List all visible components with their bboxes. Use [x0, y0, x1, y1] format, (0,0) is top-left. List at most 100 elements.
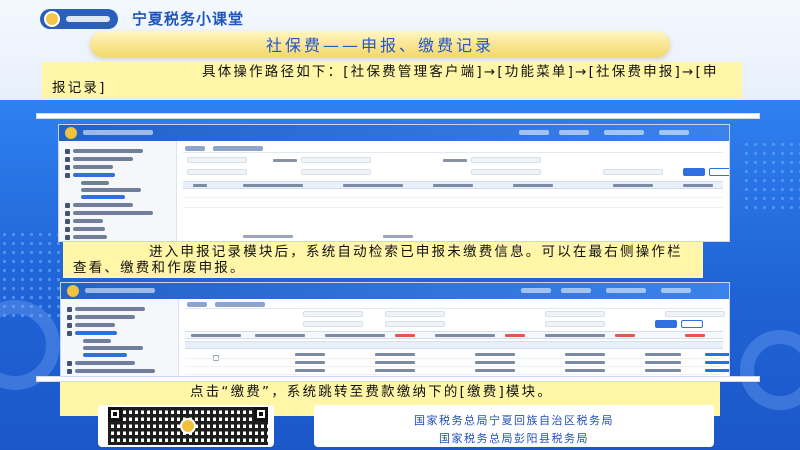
footer-county-bureau: 国家税务总局彭阳县税务局	[439, 432, 589, 445]
menu-item[interactable]	[75, 361, 135, 365]
table-header-cell	[683, 184, 713, 187]
submenu-item[interactable]	[81, 188, 141, 192]
search-field[interactable]	[187, 157, 247, 163]
submenu-item[interactable]	[81, 181, 109, 185]
menu-icon	[67, 369, 72, 374]
menu-icon	[65, 235, 70, 240]
search-field[interactable]	[303, 311, 363, 317]
submenu-item[interactable]	[83, 339, 111, 343]
table-header	[183, 181, 723, 189]
reset-button[interactable]	[709, 168, 729, 176]
menu-item[interactable]	[73, 203, 133, 207]
summary-item	[255, 334, 305, 337]
menu-icon	[65, 203, 70, 208]
row-divider	[183, 207, 723, 208]
tab-home[interactable]	[187, 302, 207, 307]
pagination[interactable]	[383, 235, 413, 238]
row-actions[interactable]	[705, 361, 729, 364]
table-cell	[645, 353, 681, 356]
menu-item[interactable]	[75, 369, 155, 373]
submenu-item-active[interactable]	[81, 195, 125, 199]
table-header-cell	[243, 184, 303, 187]
menu-item[interactable]	[73, 227, 105, 231]
summary-item	[325, 334, 385, 337]
pagination[interactable]	[243, 235, 293, 238]
table-header	[185, 341, 723, 349]
instruction-path: 具体操作路径如下：[社保费管理客户端]→[功能菜单]→[社保费申报]→[申报记录…	[42, 62, 742, 98]
table-cell	[375, 353, 415, 356]
screenshot-frame-top	[36, 113, 760, 119]
table-cell	[565, 361, 605, 364]
tax-bureau-emblem-icon	[40, 9, 118, 29]
query-button[interactable]	[655, 320, 677, 328]
instruction-path-text: 具体操作路径如下：[社保费管理客户端]→[功能菜单]→[社保费申报]→[申报记录…	[52, 64, 719, 96]
field-label	[443, 159, 467, 162]
search-field[interactable]	[187, 169, 247, 175]
menu-item[interactable]	[73, 149, 143, 153]
reset-button[interactable]	[681, 320, 703, 328]
menu-item-active[interactable]	[73, 173, 115, 177]
qr-finder-pattern	[254, 407, 268, 421]
row-divider	[185, 358, 723, 359]
menu-item[interactable]	[73, 157, 133, 161]
search-field[interactable]	[545, 321, 605, 327]
menu-item[interactable]	[75, 307, 145, 311]
tab-declaration-record[interactable]	[213, 146, 263, 151]
table-cell	[645, 369, 681, 372]
row-actions[interactable]	[705, 353, 729, 356]
table-header-cell	[193, 184, 207, 187]
summary-item	[191, 334, 241, 337]
tab-home[interactable]	[185, 146, 205, 151]
summary-bar	[185, 331, 723, 339]
dot-pattern-right	[742, 140, 800, 210]
table-header-cell	[513, 184, 553, 187]
menu-item[interactable]	[75, 323, 115, 327]
search-field[interactable]	[303, 321, 363, 327]
footer-organization: 国家税务总局宁夏回族自治区税务局	[414, 414, 614, 427]
table-cell	[565, 369, 605, 372]
menu-item[interactable]	[73, 165, 113, 169]
header-menu-placeholder	[521, 288, 551, 293]
field-label	[273, 159, 297, 162]
search-field[interactable]	[385, 321, 445, 327]
app-emblem-icon	[67, 285, 79, 297]
summary-amount	[395, 334, 415, 337]
row-divider	[183, 197, 723, 198]
search-field[interactable]	[471, 157, 541, 163]
search-field[interactable]	[301, 157, 371, 163]
summary-amount	[615, 334, 635, 337]
menu-item[interactable]	[73, 235, 107, 239]
menu-item-active[interactable]	[75, 331, 117, 335]
row-actions[interactable]	[705, 369, 729, 372]
menu-icon	[65, 165, 70, 170]
menu-icon	[67, 307, 72, 312]
submenu-item-active[interactable]	[83, 353, 127, 357]
table-cell	[475, 361, 515, 364]
menu-item[interactable]	[73, 211, 153, 215]
header-menu-placeholder	[519, 130, 549, 135]
qr-center-emblem-icon	[180, 418, 196, 434]
summary-amount	[685, 334, 705, 337]
search-field[interactable]	[603, 169, 663, 175]
search-field[interactable]	[301, 169, 371, 175]
search-field[interactable]	[545, 311, 605, 317]
tab-declaration-record[interactable]	[215, 302, 265, 307]
function-menu-sidebar[interactable]	[59, 141, 177, 241]
summary-item	[545, 334, 605, 337]
instruction-pay-text: 点击“缴费”，系统跳转至费款缴纳下的[缴费]模块。	[190, 384, 554, 400]
table-header-cell	[433, 184, 473, 187]
table-cell	[475, 369, 515, 372]
submenu-item[interactable]	[83, 346, 143, 350]
search-field[interactable]	[471, 169, 541, 175]
function-menu-sidebar[interactable]	[61, 299, 179, 378]
query-button[interactable]	[683, 168, 705, 176]
menu-icon	[67, 323, 72, 328]
tab-bar	[183, 145, 723, 153]
menu-item[interactable]	[73, 219, 103, 223]
search-field[interactable]	[385, 311, 445, 317]
menu-item[interactable]	[75, 315, 135, 319]
app-name-placeholder	[83, 130, 153, 135]
menu-icon	[65, 157, 70, 162]
menu-icon	[65, 219, 70, 224]
search-field[interactable]	[665, 311, 725, 317]
